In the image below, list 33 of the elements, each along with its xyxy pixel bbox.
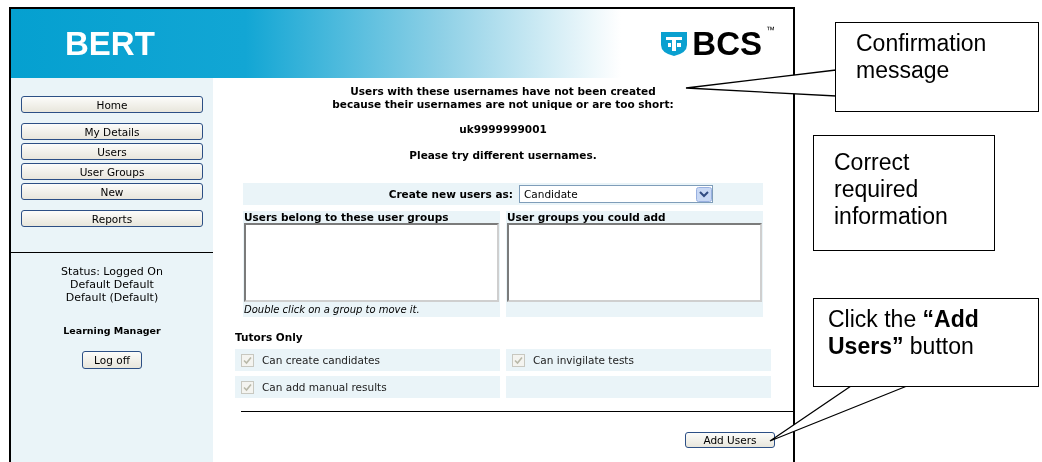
callout-box: Confirmation message xyxy=(835,22,1039,112)
column-heading: User groups you could add xyxy=(507,211,667,223)
user-type-dropdown[interactable]: Candidate xyxy=(519,185,713,203)
nav-button[interactable]: My Details xyxy=(21,123,203,140)
group-listbox[interactable] xyxy=(244,223,499,302)
trademark-mark: ™ xyxy=(766,24,775,35)
help-note: Double click on a group to move it. xyxy=(244,304,421,315)
status-text: Default (Default) xyxy=(65,291,159,304)
option-label: Can add manual results xyxy=(262,381,387,393)
nav-button[interactable]: User Groups xyxy=(21,163,203,180)
username-text: uk9999999001 xyxy=(459,123,547,135)
option-label: Can create candidates xyxy=(262,354,381,366)
status-text: Status: Logged On xyxy=(61,265,163,278)
error-message: because their usernames are not unique or are too short: xyxy=(332,98,674,111)
error-message: Users with these usernames have not been created xyxy=(350,85,656,98)
logo-wordmark: BCS xyxy=(692,24,762,63)
nav-button[interactable]: Users xyxy=(21,143,203,160)
role-label: Learning Manager xyxy=(63,325,161,336)
nav-button[interactable]: Reports xyxy=(21,210,203,227)
nav-button[interactable]: Home xyxy=(21,96,203,113)
add-users-button[interactable]: Add Users xyxy=(685,432,775,448)
callout-box: Correct required information xyxy=(813,135,995,251)
group-listbox[interactable] xyxy=(507,223,762,302)
shield-logo-icon xyxy=(660,30,689,57)
nav-button[interactable]: New xyxy=(21,183,203,200)
option-label: Can invigilate tests xyxy=(533,354,634,366)
column-heading: Users belong to these user groups xyxy=(244,211,450,223)
section-heading: Tutors Only xyxy=(235,331,304,343)
field-label: Create new users as: xyxy=(388,188,513,200)
app-title: BERT xyxy=(65,24,155,63)
log-off-button[interactable]: Log off xyxy=(82,351,142,369)
hint-text: Please try different usernames. xyxy=(409,149,597,161)
status-text: Default Default xyxy=(70,278,154,291)
